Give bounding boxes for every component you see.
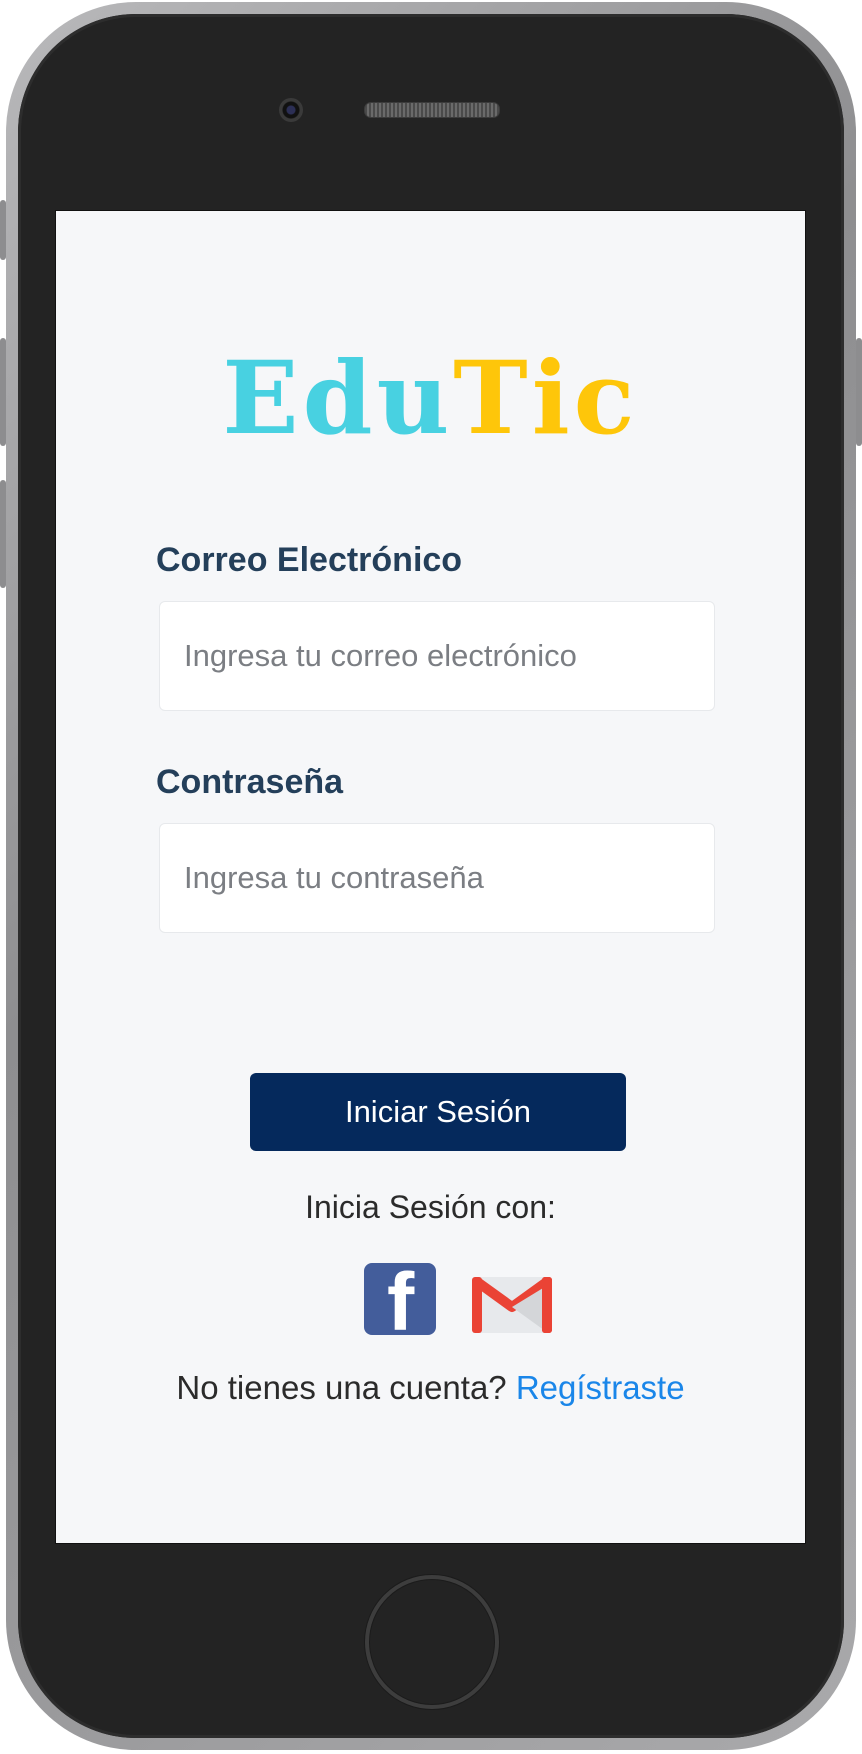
social-login-prompt: Inicia Sesión con: <box>305 1189 556 1225</box>
login-button[interactable]: Iniciar Sesión <box>250 1073 626 1151</box>
email-field[interactable] <box>159 601 715 711</box>
facebook-icon[interactable]: f <box>364 1261 436 1345</box>
gmail-icon[interactable] <box>470 1271 554 1335</box>
front-camera <box>279 98 303 122</box>
mute-switch <box>0 200 6 260</box>
password-label: Contraseña <box>156 763 344 801</box>
register-prompt: No tienes una cuenta? Regístraste <box>56 1369 805 1407</box>
volume-up-button <box>0 338 6 446</box>
earpiece-speaker <box>364 102 500 118</box>
logo-part-edu: Edu <box>222 339 454 457</box>
register-link[interactable]: Regístraste <box>516 1369 685 1406</box>
edutic-logo: EduTic <box>56 339 805 457</box>
login-screen: EduTic Correo Electrónico Contraseña Ini… <box>55 210 806 1544</box>
home-button[interactable] <box>365 1575 499 1709</box>
register-question: No tienes una cuenta? <box>176 1369 507 1406</box>
password-field[interactable] <box>159 823 715 933</box>
power-button <box>856 338 862 446</box>
logo-part-tic: Tic <box>453 339 639 457</box>
volume-down-button <box>0 480 6 588</box>
email-label: Correo Electrónico <box>156 541 463 579</box>
